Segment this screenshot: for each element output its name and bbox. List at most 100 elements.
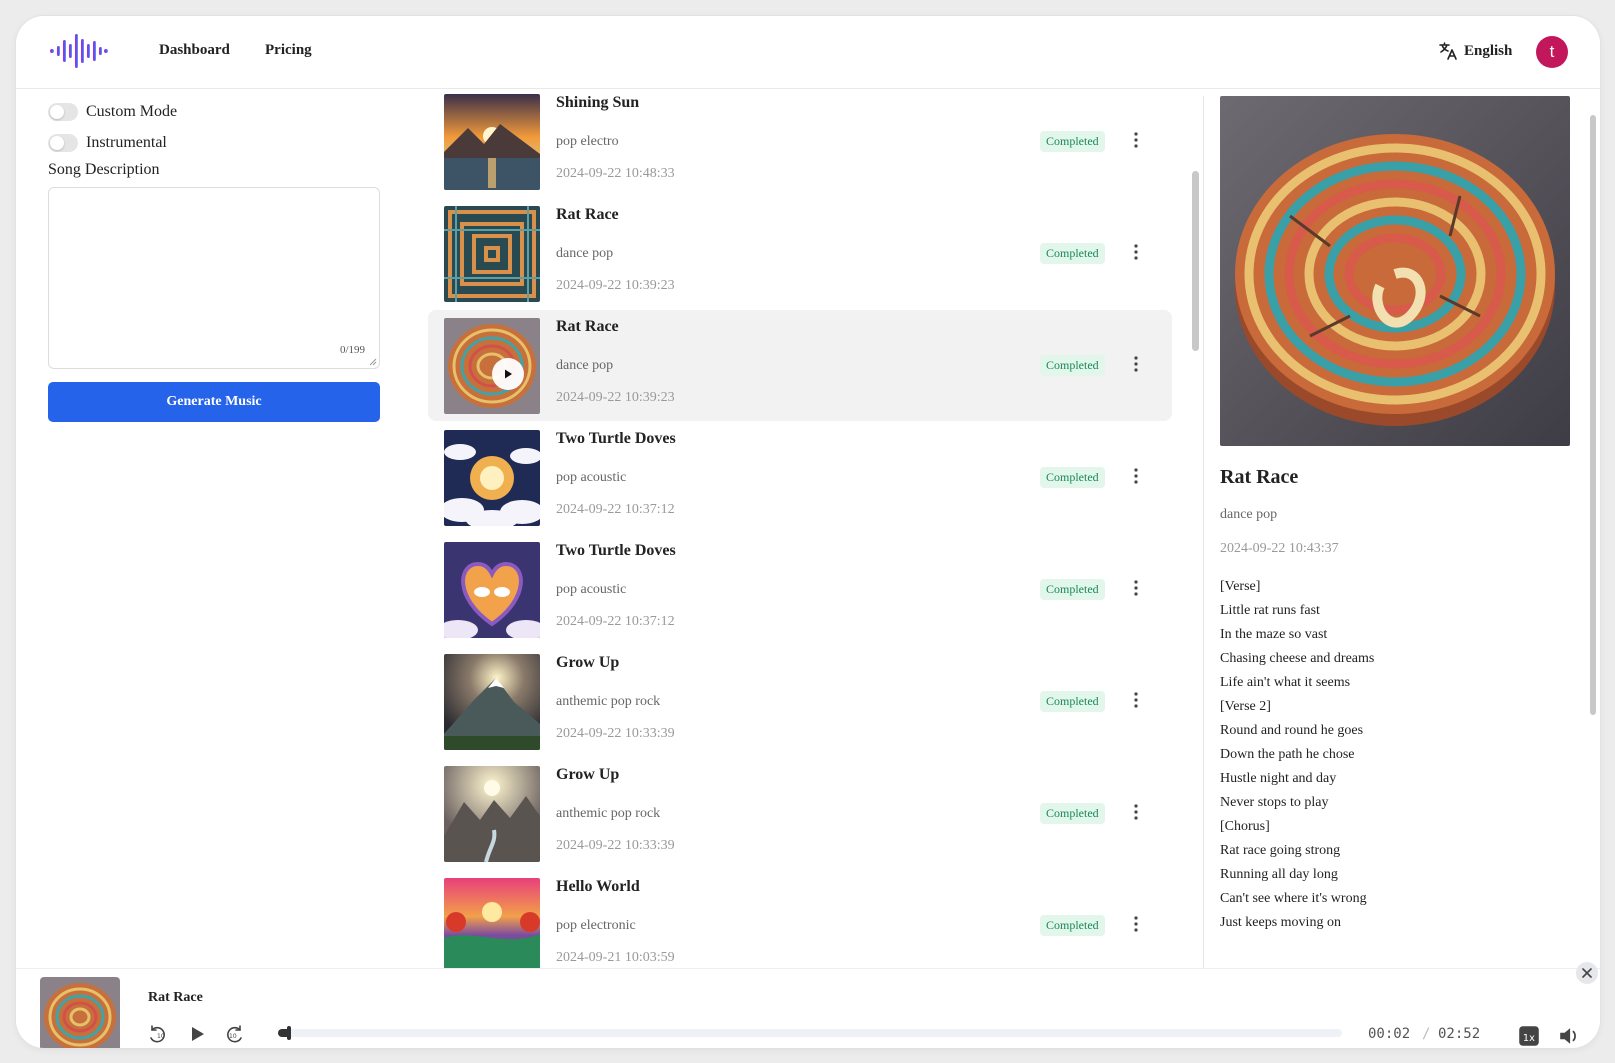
char-counter: 0/199 [339,344,365,356]
song-cover-heart-doves[interactable] [444,542,540,638]
song-cover-mountain-peak[interactable] [444,654,540,750]
song-row[interactable]: Two Turtle Doves pop acoustic 2024-09-22… [428,534,1172,645]
top-nav: Dashboard Pricing English t [16,16,1600,89]
more-options-icon[interactable] [1128,689,1144,711]
duration: 02:52 [1438,1026,1481,1042]
custom-mode-row: Custom Mode [48,96,382,127]
song-list-scrollbar[interactable] [1192,171,1199,351]
resize-handle-icon[interactable] [369,358,377,366]
song-cover-round-maze[interactable] [444,318,540,414]
app-window: Dashboard Pricing English t Custom Mode … [16,16,1600,1048]
progress-handle[interactable] [287,1026,291,1040]
song-date: 2024-09-22 10:39:23 [556,390,675,405]
song-row[interactable]: Grow Up anthemic pop rock 2024-09-22 10:… [428,646,1172,757]
forward-10-icon[interactable]: 10 [224,1023,246,1045]
svg-text:10: 10 [157,1033,165,1040]
more-options-icon[interactable] [1128,465,1144,487]
lyric-line: [Verse] [1220,579,1261,594]
song-cover-sunset-lake[interactable] [444,94,540,190]
rewind-10-icon[interactable]: 10 [146,1023,168,1045]
song-date: 2024-09-22 10:37:12 [556,502,675,517]
progress-bar[interactable] [278,1026,1342,1040]
song-row[interactable]: Rat Race dance pop 2024-09-22 10:39:23 C… [428,198,1172,309]
song-title: Two Turtle Doves [556,542,676,559]
close-icon [1582,968,1592,978]
nav-dashboard[interactable]: Dashboard [159,42,230,59]
create-panel: Custom Mode Instrumental Song Descriptio… [48,96,382,422]
language-label: English [1464,42,1513,59]
song-date: 2024-09-22 10:33:39 [556,838,675,853]
song-title: Grow Up [556,654,620,671]
close-player-button[interactable] [1576,962,1598,984]
more-options-icon[interactable] [1128,801,1144,823]
song-row[interactable]: Two Turtle Doves pop acoustic 2024-09-22… [428,422,1172,533]
player-cover[interactable] [40,977,120,1048]
status-badge: Completed [1040,915,1105,936]
song-style: pop electro [556,134,619,149]
more-options-icon[interactable] [1128,577,1144,599]
lyric-line: Life ain't what it seems [1220,675,1351,690]
song-detail-panel: Rat Race dance pop 2024-09-22 10:43:37 [… [1220,96,1570,968]
instrumental-label: Instrumental [86,133,167,151]
panel-divider [1203,96,1204,968]
generate-music-button[interactable]: Generate Music [48,382,380,422]
song-title: Shining Sun [556,94,640,111]
time-separator: / [1422,1026,1431,1042]
song-title: Grow Up [556,766,620,783]
lyric-line: Running all day long [1220,867,1338,882]
lyric-line: [Verse 2] [1220,699,1271,714]
player-title: Rat Race [148,990,203,1005]
detail-cover-image [1220,96,1570,446]
song-cover-colorful-landscape[interactable] [444,878,540,968]
song-style: pop electronic [556,918,636,933]
status-badge: Completed [1040,803,1105,824]
song-style: pop acoustic [556,470,627,485]
audio-player: Rat Race 10 10 00:02 / 02:52 1x [16,968,1600,1048]
instrumental-toggle[interactable] [48,133,78,152]
song-row[interactable]: Shining Sun pop electro 2024-09-22 10:48… [428,88,1172,197]
song-title: Rat Race [556,206,619,223]
song-description-input[interactable]: 0/199 [48,187,380,369]
lyric-line: Chasing cheese and dreams [1220,651,1375,666]
song-row-selected[interactable]: Rat Race dance pop 2024-09-22 10:39:23 C… [428,310,1172,421]
custom-mode-toggle[interactable] [48,102,78,121]
more-options-icon[interactable] [1128,129,1144,151]
play-overlay-button[interactable] [492,358,524,390]
nav-pricing[interactable]: Pricing [265,42,312,59]
song-title: Hello World [556,878,640,895]
song-cover-mountain-valley[interactable] [444,766,540,862]
language-selector[interactable]: English [1438,41,1512,61]
detail-title: Rat Race [1220,466,1299,488]
song-cover-doves-clouds[interactable] [444,430,540,526]
waveform-logo-icon[interactable] [50,34,108,68]
custom-mode-label: Custom Mode [86,102,178,120]
lyric-line: In the maze so vast [1220,627,1328,642]
lyric-line: Hustle night and day [1220,771,1337,786]
song-list: Shining Sun pop electro 2024-09-22 10:48… [428,88,1174,968]
more-options-icon[interactable] [1128,353,1144,375]
more-options-icon[interactable] [1128,913,1144,935]
lyric-line: Down the path he chose [1220,747,1355,762]
song-style: dance pop [556,358,614,373]
status-badge: Completed [1040,467,1105,488]
svg-text:10: 10 [229,1033,237,1040]
song-cover-maze[interactable] [444,206,540,302]
song-description-label: Song Description [48,161,160,178]
song-date: 2024-09-22 10:48:33 [556,166,675,181]
more-options-icon[interactable] [1128,241,1144,263]
song-date: 2024-09-22 10:33:39 [556,726,675,741]
song-row[interactable]: Grow Up anthemic pop rock 2024-09-22 10:… [428,758,1172,869]
song-title: Two Turtle Doves [556,430,676,447]
song-style: pop acoustic [556,582,627,597]
play-icon[interactable] [186,1023,208,1045]
lyric-line: [Chorus] [1220,819,1270,834]
user-avatar[interactable]: t [1536,36,1568,68]
detail-scrollbar[interactable] [1590,115,1596,715]
instrumental-row: Instrumental [48,127,382,158]
song-style: anthemic pop rock [556,694,661,709]
playback-speed-icon[interactable]: 1x [1518,1025,1540,1047]
volume-icon[interactable] [1558,1025,1580,1047]
song-date: 2024-09-22 10:37:12 [556,614,675,629]
translate-icon [1439,42,1457,60]
song-row[interactable]: Hello World pop electronic 2024-09-21 10… [428,870,1172,968]
